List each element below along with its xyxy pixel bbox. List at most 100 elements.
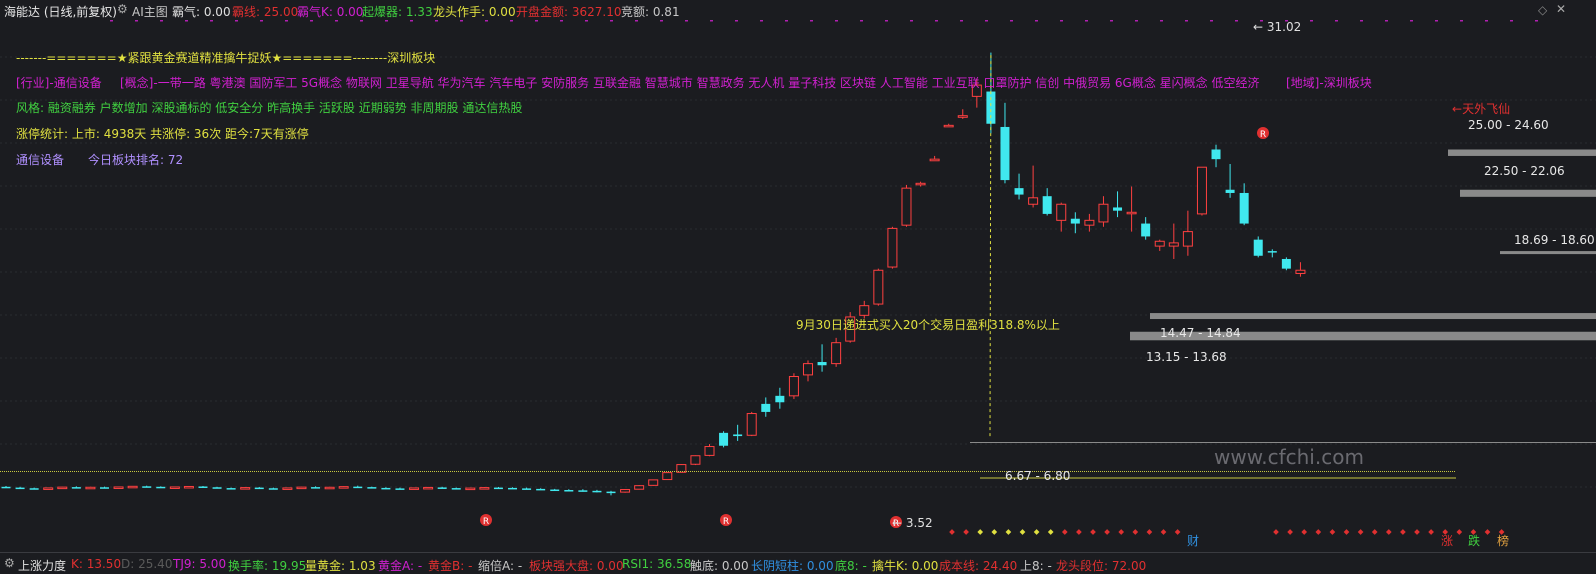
mark-bang: 榜 xyxy=(1497,534,1510,548)
concept-tags[interactable]: [概念]-一带一路 粤港澳 国防军工 5G概念 物联网 卫星导航 华为汽车 汽车… xyxy=(120,74,1260,91)
signal-dot xyxy=(1005,529,1012,535)
candle-body-down xyxy=(15,487,25,490)
signal-marker-label: R xyxy=(483,517,489,527)
candle-body-down xyxy=(733,434,743,437)
candle-body-down xyxy=(311,487,321,489)
sub-tj9: TJ9: 5.00 xyxy=(173,557,227,571)
candle-body-up xyxy=(1196,166,1207,215)
signal-marker-label: R xyxy=(1260,130,1266,140)
close-icon[interactable]: ✕ xyxy=(1556,2,1566,16)
candle-body-down xyxy=(1239,192,1249,224)
candle-body-up xyxy=(943,124,954,128)
signal-dot xyxy=(1019,529,1026,535)
sub-volume-gold: 量黄金: 1.03 xyxy=(305,559,376,573)
sub-suobei-a: 缩倍A: - xyxy=(478,559,523,573)
candle-body-up xyxy=(423,486,434,490)
signal-dot xyxy=(1174,529,1181,535)
candle-body-up xyxy=(620,489,631,493)
indicator-jinge: 竞额: 0.81 xyxy=(621,5,680,19)
candle-body-down xyxy=(1113,207,1123,211)
candle-body-down xyxy=(71,487,81,489)
signal-dot xyxy=(1104,529,1110,535)
indicator-baxian: 霸线: 25.00 xyxy=(232,5,299,19)
sub-longtou-rank: 龙头段位: 72.00 xyxy=(1056,559,1147,573)
candle-body-down xyxy=(1,486,11,489)
candle-body-down xyxy=(29,488,39,490)
candle-body-down xyxy=(1211,149,1221,160)
candle-body-down xyxy=(226,488,236,490)
candle-body-up xyxy=(1154,240,1165,247)
sector-name[interactable]: 通信设备 xyxy=(16,151,64,168)
zone-label-f: 6.67 - 6.80 xyxy=(1005,469,1071,483)
ai-settings-icon[interactable]: ⚙ xyxy=(117,2,128,16)
indicator-open-amount: 开盘金额: 3627.10 xyxy=(516,5,622,19)
region-tag[interactable]: [地域]-深圳板块 xyxy=(1286,74,1372,91)
chart-title[interactable]: 海能达 (日线,前复权) xyxy=(4,3,117,20)
candle-body-up xyxy=(929,158,940,162)
candle-body-up xyxy=(887,227,898,268)
industry-tag[interactable]: [行业]-通信设备 xyxy=(16,74,102,91)
price-zone-bar xyxy=(1500,251,1596,255)
candle-body-up xyxy=(802,363,813,376)
zone-label-d: 14.47 - 14.84 xyxy=(1160,326,1241,340)
candle-body-up xyxy=(1098,203,1109,223)
candle-body-down xyxy=(564,490,574,492)
candle-body-up xyxy=(690,455,701,465)
signal-dot xyxy=(1357,529,1364,535)
signal-dot xyxy=(1118,529,1125,535)
candle-body-down xyxy=(493,487,503,490)
banner-text: -------=======★紧跟黄金赛道精准擒牛捉妖★=======-----… xyxy=(16,51,436,65)
candle-body-down xyxy=(142,486,152,488)
candle-body-up xyxy=(338,486,349,489)
candle-body-down xyxy=(198,486,208,488)
signal-dot xyxy=(1273,529,1279,535)
sub-indicator-title[interactable]: 上涨力度 xyxy=(18,557,66,574)
indicator-qibaoqi: 起爆器: 1.33 xyxy=(362,5,433,19)
candle-body-down xyxy=(592,490,602,493)
ai-main-chart-label[interactable]: AI主图 xyxy=(132,3,168,20)
low-price-label: ← 3.52 xyxy=(892,516,933,530)
diamond-icon[interactable]: ◇ xyxy=(1538,3,1547,17)
mark-die: 跌 xyxy=(1468,534,1481,548)
tianwai-text: 天外飞仙 xyxy=(1462,102,1511,116)
candle-body-up xyxy=(746,413,757,436)
candle-body-down xyxy=(986,91,996,124)
peak-price-label: ← 31.02 xyxy=(1253,20,1302,34)
mark-zhang: 涨 xyxy=(1441,534,1454,548)
candle-body-down xyxy=(367,487,377,489)
signal-dot xyxy=(1315,529,1322,535)
signal-dot xyxy=(1456,529,1463,535)
candle-body-up xyxy=(859,305,870,316)
candle-body-up xyxy=(85,486,96,490)
watermark: www.cfchi.com xyxy=(1214,445,1364,469)
gear-icon[interactable]: ⚙ xyxy=(4,556,15,570)
candle-body-up xyxy=(43,487,54,490)
candle-body-up xyxy=(127,485,138,489)
candle-body-up xyxy=(296,486,307,490)
candle-body-down xyxy=(99,487,109,489)
candles xyxy=(1,52,1306,496)
sector-rank: 今日板块排名: 72 xyxy=(88,153,184,167)
candle-body-down xyxy=(1253,239,1263,256)
candle-body-down xyxy=(437,487,447,489)
signal-dot xyxy=(1047,529,1054,535)
candle-body-up xyxy=(788,376,799,397)
candle-body-down xyxy=(606,491,616,494)
candle-body-down xyxy=(353,486,363,489)
candle-body-up xyxy=(1028,197,1039,205)
candle-body-down xyxy=(156,486,166,489)
signal-dot xyxy=(949,529,955,535)
price-zone-bar xyxy=(1460,189,1596,197)
signal-dot xyxy=(1371,529,1378,535)
sub-cost-line: 成本线: 24.40 xyxy=(939,559,1018,573)
sub-gold-b: 黄金B: - xyxy=(428,559,473,573)
overlay-lines xyxy=(0,52,1456,479)
signal-dot xyxy=(1160,529,1167,535)
signal-dot xyxy=(963,529,969,535)
candle-body-up xyxy=(1295,269,1306,274)
sub-k: K: 13.50 xyxy=(71,557,122,571)
candle-body-up xyxy=(240,487,251,490)
low-price-value: 3.52 xyxy=(905,516,933,530)
candle-body-down xyxy=(1267,251,1277,253)
candle-body-up xyxy=(1084,219,1095,226)
